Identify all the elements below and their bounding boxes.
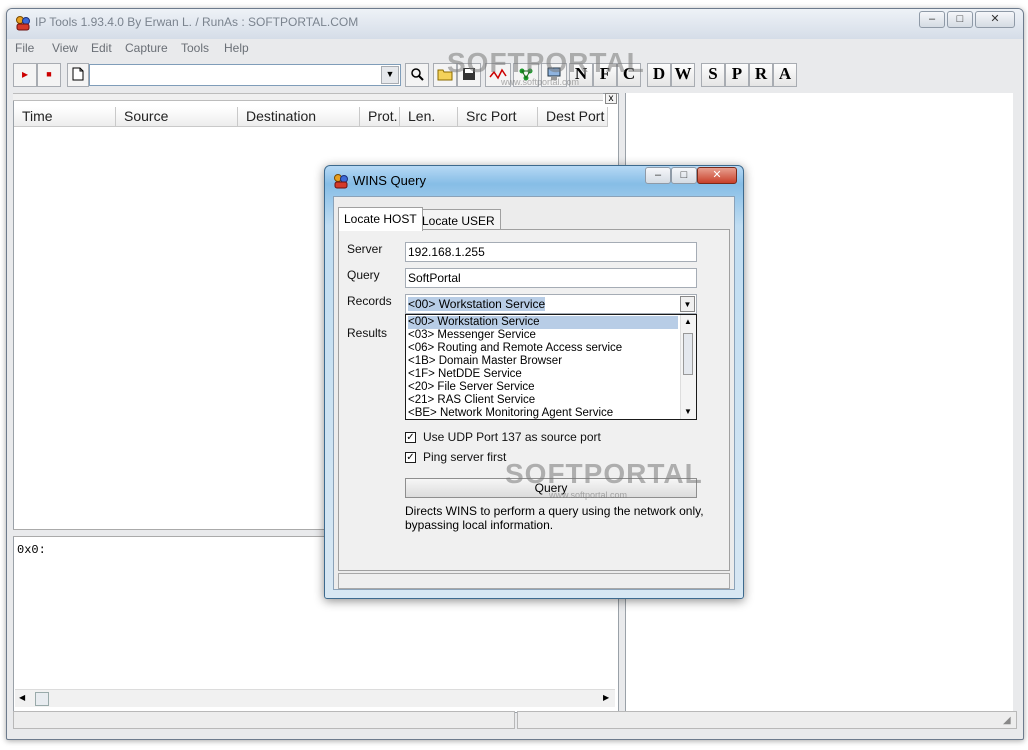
records-option[interactable]: <1B> Domain Master Browser (408, 355, 562, 368)
scroll-down-icon[interactable]: ▼ (684, 407, 692, 416)
server-field[interactable]: 192.168.1.255 (405, 242, 697, 262)
app-icon (16, 16, 30, 31)
column-header-source[interactable]: Source (116, 107, 238, 127)
ping-server-checkbox[interactable]: ✓ (405, 452, 416, 463)
records-option[interactable]: <1F> NetDDE Service (408, 368, 522, 381)
menu-capture[interactable]: Capture (125, 41, 168, 55)
column-header-dest-port[interactable]: Dest Port (538, 107, 608, 127)
records-label: Records (347, 294, 392, 308)
menu-help[interactable]: Help (224, 41, 249, 55)
chevron-down-icon[interactable]: ▼ (381, 66, 399, 84)
use-udp-label: Use UDP Port 137 as source port (423, 430, 601, 444)
menu-view[interactable]: View (52, 41, 78, 55)
results-label: Results (347, 326, 388, 340)
menu-edit[interactable]: Edit (91, 41, 112, 55)
records-option[interactable]: <21> RAS Client Service (408, 394, 535, 407)
use-udp-checkbox[interactable]: ✓ (405, 432, 416, 443)
tool-w-button[interactable]: W (671, 63, 695, 87)
start-capture-button[interactable]: ▸ (13, 63, 37, 87)
dialog-app-icon (334, 174, 348, 189)
hex-view-line: 0x0: (17, 543, 46, 557)
pane-close-button[interactable]: x (605, 93, 617, 104)
menu-file[interactable]: File (15, 41, 34, 55)
column-header-protocol[interactable]: Prot. (360, 107, 400, 127)
search-icon (411, 68, 424, 81)
dialog-maximize-button[interactable]: □ (671, 167, 697, 184)
search-button[interactable] (405, 63, 429, 87)
dialog-status-bar (338, 573, 730, 589)
scroll-right-icon[interactable]: ▶ (603, 693, 609, 702)
stop-capture-button[interactable]: ■ (37, 63, 61, 87)
tool-p-button[interactable]: P (725, 63, 749, 87)
records-select[interactable]: <00> Workstation Service ▼ (405, 294, 697, 314)
status-panel-left (13, 711, 515, 729)
window-title: IP Tools 1.93.4.0 By Erwan L. / RunAs : … (35, 15, 359, 29)
records-option[interactable]: <BE> Network Monitoring Agent Service (408, 407, 613, 420)
tool-r-button[interactable]: R (749, 63, 773, 87)
watermark-dialog-url: www.softportal.com (549, 490, 628, 500)
tab-locate-host[interactable]: Locate HOST (338, 207, 423, 231)
tool-d-button[interactable]: D (647, 63, 671, 87)
records-option[interactable]: <06> Routing and Remote Access service (408, 342, 622, 355)
scroll-thumb[interactable] (35, 692, 49, 706)
status-panel-right (517, 711, 1017, 729)
filter-combo[interactable]: ▼ (89, 64, 401, 86)
scroll-up-icon[interactable]: ▲ (684, 317, 692, 326)
column-header-destination[interactable]: Destination (238, 107, 360, 127)
document-icon (72, 67, 84, 81)
dialog-close-button[interactable]: ✕ (697, 167, 737, 184)
column-header-time[interactable]: Time (14, 107, 116, 127)
pane-grip[interactable] (13, 93, 603, 101)
dialog-body: Locate HOST Locate USER Server 192.168.1… (333, 196, 735, 590)
list-scrollbar[interactable]: ▲ ▼ (680, 315, 696, 419)
records-option[interactable]: <00> Workstation Service (408, 316, 678, 329)
records-option[interactable]: <20> File Server Service (408, 381, 535, 394)
dialog-title: WINS Query (353, 173, 426, 188)
list-scroll-thumb[interactable] (683, 333, 693, 375)
watermark-top: SOFTPORTAL (447, 47, 645, 78)
description-text: Directs WINS to perform a query using th… (405, 504, 704, 532)
minimize-button[interactable]: – (919, 11, 945, 28)
title-bar[interactable]: IP Tools 1.93.4.0 By Erwan L. / RunAs : … (7, 9, 1023, 39)
new-document-button[interactable] (67, 63, 89, 87)
watermark-top-url: www.softportal.com (501, 77, 580, 87)
ping-server-label: Ping server first (423, 450, 507, 464)
status-bar: ◢ (13, 711, 1019, 731)
records-select-value: <00> Workstation Service (408, 297, 546, 311)
query-field[interactable]: SoftPortal (405, 268, 697, 288)
column-header-src-port[interactable]: Src Port (458, 107, 538, 127)
horizontal-scrollbar[interactable]: ◀ ▶ (15, 689, 615, 707)
tab-page: Server 192.168.1.255 Query SoftPortal Re… (338, 229, 730, 571)
wins-query-dialog: WINS Query – □ ✕ Locate HOST Locate USER… (324, 165, 744, 599)
records-dropdown-list: <00> Workstation Service <03> Messenger … (405, 314, 697, 420)
tab-locate-user[interactable]: Locate USER (416, 209, 501, 231)
close-button[interactable]: ✕ (975, 11, 1015, 28)
chevron-down-icon[interactable]: ▼ (680, 296, 695, 312)
column-header-length[interactable]: Len. (400, 107, 458, 127)
tool-a-button[interactable]: A (773, 63, 797, 87)
watermark-dialog: SOFTPORTAL (505, 458, 703, 489)
query-label: Query (347, 268, 380, 282)
maximize-button[interactable]: □ (947, 11, 973, 28)
server-label: Server (347, 242, 383, 256)
tool-s-button[interactable]: S (701, 63, 725, 87)
resize-grip-icon[interactable]: ◢ (1003, 715, 1011, 726)
dialog-minimize-button[interactable]: – (645, 167, 671, 184)
scroll-left-icon[interactable]: ◀ (19, 693, 25, 702)
records-option[interactable]: <03> Messenger Service (408, 329, 536, 342)
menu-tools[interactable]: Tools (181, 41, 209, 55)
